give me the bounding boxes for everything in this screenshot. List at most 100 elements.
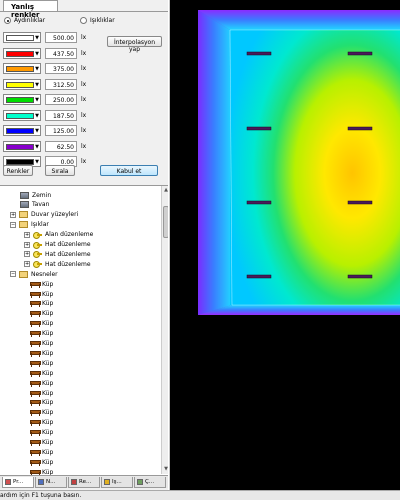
luminaire[interactable]: [347, 126, 373, 131]
tree-node[interactable]: Küp: [30, 309, 53, 319]
legend-row: ▼ 312.50 lx: [3, 78, 163, 90]
tree-node[interactable]: + Hat düzenleme: [24, 249, 91, 259]
tab-0[interactable]: Pr...: [2, 477, 34, 488]
tab-1[interactable]: N...: [35, 477, 67, 488]
tree-node[interactable]: + Duvar yüzeyleri: [10, 210, 78, 220]
tree-node[interactable]: + Hat düzenleme: [24, 240, 91, 250]
illuminance-value-field[interactable]: 125.00: [45, 125, 77, 136]
color-picker[interactable]: ▼: [3, 140, 41, 152]
dropdown-arrow-icon: ▼: [35, 159, 39, 165]
tree-node-label: Küp: [42, 340, 54, 347]
illuminance-value-field[interactable]: 375.00: [45, 63, 77, 74]
luminaire[interactable]: [347, 274, 373, 279]
table-icon: [30, 419, 41, 427]
expand-toggle-icon[interactable]: −: [10, 271, 16, 278]
accept-button[interactable]: Kabul et: [100, 165, 158, 176]
left-wall: [198, 10, 232, 315]
tree-node[interactable]: Küp: [30, 388, 53, 398]
color-picker[interactable]: ▼: [3, 32, 41, 43]
radio-luminance[interactable]: Işıklıklar: [80, 16, 115, 25]
radio-unselected-icon: [80, 17, 87, 24]
tree-node[interactable]: Küp: [30, 418, 53, 428]
dropdown-arrow-icon: ▼: [35, 81, 39, 88]
color-picker[interactable]: ▼: [3, 125, 41, 136]
tree-node[interactable]: Küp: [30, 408, 53, 418]
tree-node[interactable]: Küp: [30, 289, 53, 299]
illuminance-value-field[interactable]: 437.50: [45, 47, 77, 59]
tab-2[interactable]: Re...: [68, 477, 100, 488]
tree-node[interactable]: Küp: [30, 279, 53, 289]
tree-node[interactable]: Küp: [30, 339, 53, 349]
table-icon: [30, 449, 41, 456]
radio-luminance-label: Işıklıklar: [90, 17, 115, 24]
tree-node-label: Küp: [42, 439, 54, 446]
tree-node[interactable]: + Hat düzenleme: [24, 259, 91, 269]
sort-button[interactable]: Sırala: [45, 165, 75, 176]
illuminance-value-field[interactable]: 312.50: [45, 78, 77, 90]
tree-node-label: Alan düzenleme: [45, 231, 94, 239]
illuminance-value-field[interactable]: 187.50: [45, 109, 77, 121]
tab-4[interactable]: Ç...: [134, 477, 166, 488]
tree-node[interactable]: + Alan düzenleme: [24, 230, 93, 240]
table-icon: [30, 350, 41, 357]
table-icon: [30, 320, 41, 328]
table-icon: [30, 409, 41, 417]
luminaire[interactable]: [347, 200, 373, 205]
illuminance-value-field[interactable]: 250.00: [45, 94, 77, 105]
tree-node[interactable]: Küp: [30, 358, 53, 368]
tree-node[interactable]: Tavan: [20, 200, 49, 210]
tree-node[interactable]: Küp: [30, 428, 53, 438]
expand-toggle-icon[interactable]: +: [24, 261, 30, 268]
luminaire[interactable]: [246, 51, 272, 56]
color-picker[interactable]: ▼: [3, 78, 41, 90]
expand-toggle-icon[interactable]: +: [24, 231, 30, 238]
luminaire[interactable]: [347, 51, 373, 56]
expand-toggle-icon[interactable]: −: [10, 221, 16, 228]
expand-toggle-icon[interactable]: +: [10, 211, 16, 218]
tree-node-label: Hat düzenleme: [45, 250, 91, 258]
bottom-wall: [198, 305, 400, 315]
color-swatch: [6, 66, 34, 72]
color-picker[interactable]: ▼: [3, 94, 41, 105]
luminaire[interactable]: [246, 200, 272, 205]
illuminance-value-field[interactable]: 500.00: [45, 32, 77, 43]
tree-node[interactable]: Küp: [30, 398, 53, 408]
color-swatch: [6, 143, 34, 150]
luminaire[interactable]: [246, 274, 272, 279]
tree-node[interactable]: Küp: [30, 378, 53, 388]
interpolate-button[interactable]: İnterpolasyon yap: [107, 36, 162, 53]
tree-node[interactable]: Küp: [30, 457, 53, 467]
tree-node-label: Küp: [42, 359, 54, 367]
expand-toggle-icon[interactable]: +: [24, 241, 30, 248]
unit-label: lx: [81, 49, 87, 57]
colors-button[interactable]: Renkler: [3, 165, 33, 176]
unit-label: lx: [81, 34, 87, 41]
luminaire[interactable]: [246, 126, 272, 131]
tree-node[interactable]: − Işıklar: [10, 220, 49, 230]
tab-3[interactable]: Iş...: [101, 477, 133, 488]
color-picker[interactable]: ▼: [3, 47, 41, 59]
tree-node-label: Küp: [42, 310, 54, 318]
table-icon: [30, 281, 41, 288]
color-picker[interactable]: ▼: [3, 63, 41, 74]
illuminance-value-field[interactable]: 62.50: [45, 140, 77, 152]
3d-viewport[interactable]: [170, 0, 400, 500]
tree-node[interactable]: Küp: [30, 329, 53, 339]
tab-icon: [137, 479, 143, 485]
tree-node-label: Hat düzenleme: [45, 260, 91, 268]
tree-node[interactable]: Küp: [30, 438, 53, 448]
tree-node[interactable]: Küp: [30, 467, 53, 475]
tree-node[interactable]: − Nesneler: [10, 269, 58, 279]
radio-illuminance[interactable]: Aydınlıklar: [4, 16, 45, 25]
table-icon: [30, 390, 41, 397]
expand-toggle-icon[interactable]: +: [24, 251, 30, 258]
tree-node[interactable]: Küp: [30, 348, 53, 358]
tree-node[interactable]: Küp: [30, 299, 53, 309]
tree-node-label: Hat düzenleme: [45, 241, 91, 248]
tree-node[interactable]: Zemin: [20, 190, 51, 200]
color-swatch: [6, 97, 34, 103]
tree-node[interactable]: Küp: [30, 368, 53, 378]
tree-node[interactable]: Küp: [30, 447, 53, 457]
color-picker[interactable]: ▼: [3, 109, 41, 121]
tree-node[interactable]: Küp: [30, 319, 53, 329]
